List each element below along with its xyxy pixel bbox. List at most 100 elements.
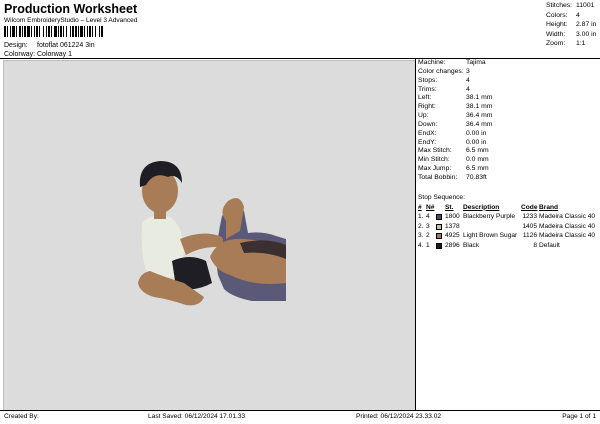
info-key: Down: (418, 120, 438, 128)
stitch-count: 2896 (445, 241, 460, 249)
info-value: 38.1 mm (466, 103, 493, 111)
info-value: 38.1 mm (466, 94, 493, 102)
stop-sequence-header: # N# St. Description Code Brand (418, 204, 598, 214)
summary-key: Stitches: (546, 2, 573, 9)
color-swatch (436, 233, 442, 239)
info-key: Trims: (418, 85, 437, 93)
page-number: Page 1 of 1 (562, 413, 596, 420)
thread-brand: Madeira Classic 40 (539, 213, 596, 220)
needle-number: 3 (426, 222, 430, 230)
info-key: Stops: (418, 76, 438, 84)
thread-brand: Madeira Classic 40 (539, 222, 596, 230)
table-row: 3. 2 4925 Light Brown Sugar 1126 Madeira Clas… (418, 232, 598, 242)
design-preview (3, 60, 416, 411)
info-key: Left: (418, 94, 432, 102)
summary-value: 1:1 (576, 40, 586, 48)
row-index: 2. (418, 222, 424, 230)
thread-code: 1126 (522, 232, 537, 239)
summary-key: Zoom: (546, 40, 566, 48)
info-key: Machine: (418, 59, 446, 66)
summary-key: Height: (546, 21, 568, 29)
column-header: N# (426, 203, 435, 211)
stop-sequence: Stop Sequence: # N# St. Description Code Bran… (418, 194, 598, 251)
thread-description: Black (463, 241, 480, 249)
info-value: 6.5 mm (466, 147, 489, 155)
table-row: 2. 3 1378 1405 Madeira Classic 40 (418, 223, 598, 233)
info-row: Down: 36.4 mm (418, 121, 598, 130)
stop-sequence-label: Stop Sequence: (418, 194, 465, 201)
info-row: Stops: 4 (418, 77, 598, 86)
summary-row: Colors: 4 (546, 12, 600, 22)
info-value: 0.0 mm (466, 156, 489, 164)
column-header: # (418, 203, 422, 211)
info-key: Max Jump: (418, 165, 452, 173)
design-value: fotoflat 061224 3in (37, 42, 95, 49)
created-by: Created By: (4, 413, 39, 420)
thread-code: 1233 (522, 213, 537, 220)
page-title: Production Worksheet (4, 2, 138, 16)
info-key: Max Stitch: (418, 147, 452, 155)
info-value: 4 (466, 85, 470, 93)
info-value: 3 (466, 67, 470, 75)
summary-key: Width: (546, 30, 566, 38)
summary-box: Stitches: 11001 Colors: 4 Height: 2.87 in Widt… (546, 2, 600, 50)
machine-info: Machine: Tajima Color changes: 3 Stops: 4 Trim… (418, 59, 598, 183)
thread-brand: Default (539, 241, 560, 249)
column-header: Brand (539, 203, 559, 211)
row-index: 3. (418, 232, 424, 239)
info-value: 4 (466, 76, 470, 84)
info-key: Right: (418, 103, 436, 111)
child-neck (154, 209, 166, 219)
info-row: Color changes: 3 (418, 68, 598, 77)
info-key: Up: (418, 112, 429, 120)
info-key: Total Bobbin: (418, 173, 458, 181)
thread-description: Blackberry Purple (463, 213, 516, 220)
software-name: Wilcom EmbroideryStudio – Level 3 Advanc… (4, 17, 138, 24)
info-value: 36.4 mm (466, 120, 493, 128)
needle-number: 4 (426, 213, 430, 220)
color-swatch (436, 214, 442, 220)
info-value: 6.5 mm (466, 165, 489, 173)
color-swatch (436, 223, 442, 230)
design-label: Design: (4, 42, 28, 49)
info-row: EndY: 0.00 in (418, 139, 598, 148)
last-saved: Last Saved: 06/12/2024 17.01.33 (148, 413, 246, 420)
column-header: Code (521, 203, 538, 211)
column-header: Description (463, 203, 500, 211)
summary-row: Stitches: 11001 (546, 2, 600, 12)
thread-brand: Madeira Classic 40 (539, 232, 596, 239)
info-row: Total Bobbin: 70.83ft (418, 174, 598, 183)
needle-number: 1 (426, 241, 430, 249)
summary-row: Width: 3.00 in (546, 31, 600, 41)
color-swatch (436, 242, 442, 249)
table-row: 1. 4 1800 Blackberry Purple 1233 Madeira Clas… (418, 213, 598, 223)
info-value: Tajima (466, 59, 486, 66)
info-value: 70.83ft (466, 173, 487, 181)
barcode (4, 26, 153, 37)
stitch-count: 1800 (445, 213, 460, 220)
row-index: 1. (418, 213, 424, 220)
summary-value: 4 (576, 11, 580, 19)
info-key: Min Stitch: (418, 156, 450, 164)
embroidery-preview-image (138, 161, 286, 306)
colorway-value: Colorway 1 (37, 51, 73, 58)
colorway-label: Colorway: (4, 51, 36, 58)
footer: Created By: Last Saved: 06/12/2024 17.01… (0, 411, 600, 424)
column-header: St. (445, 203, 454, 211)
info-row: Left: 38.1 mm (418, 94, 598, 103)
thread-code: 8 (533, 241, 537, 249)
info-key: EndY: (418, 138, 437, 146)
summary-value: 2.87 in (576, 21, 597, 29)
summary-row: Zoom: 1:1 (546, 40, 600, 50)
info-row: Machine: Tajima (418, 59, 598, 68)
row-index: 4. (418, 241, 424, 249)
info-value: 0.00 in (466, 138, 487, 146)
summary-key: Colors: (546, 11, 568, 19)
info-row: Up: 36.4 mm (418, 112, 598, 121)
info-row: Max Jump: 6.5 mm (418, 165, 598, 174)
info-row: Max Stitch: 6.5 mm (418, 147, 598, 156)
table-row: 4. 1 2896 Black 8 Default (418, 242, 598, 252)
info-value: 36.4 mm (466, 112, 493, 120)
summary-row: Height: 2.87 in (546, 21, 600, 31)
stitch-count: 4925 (445, 232, 460, 239)
